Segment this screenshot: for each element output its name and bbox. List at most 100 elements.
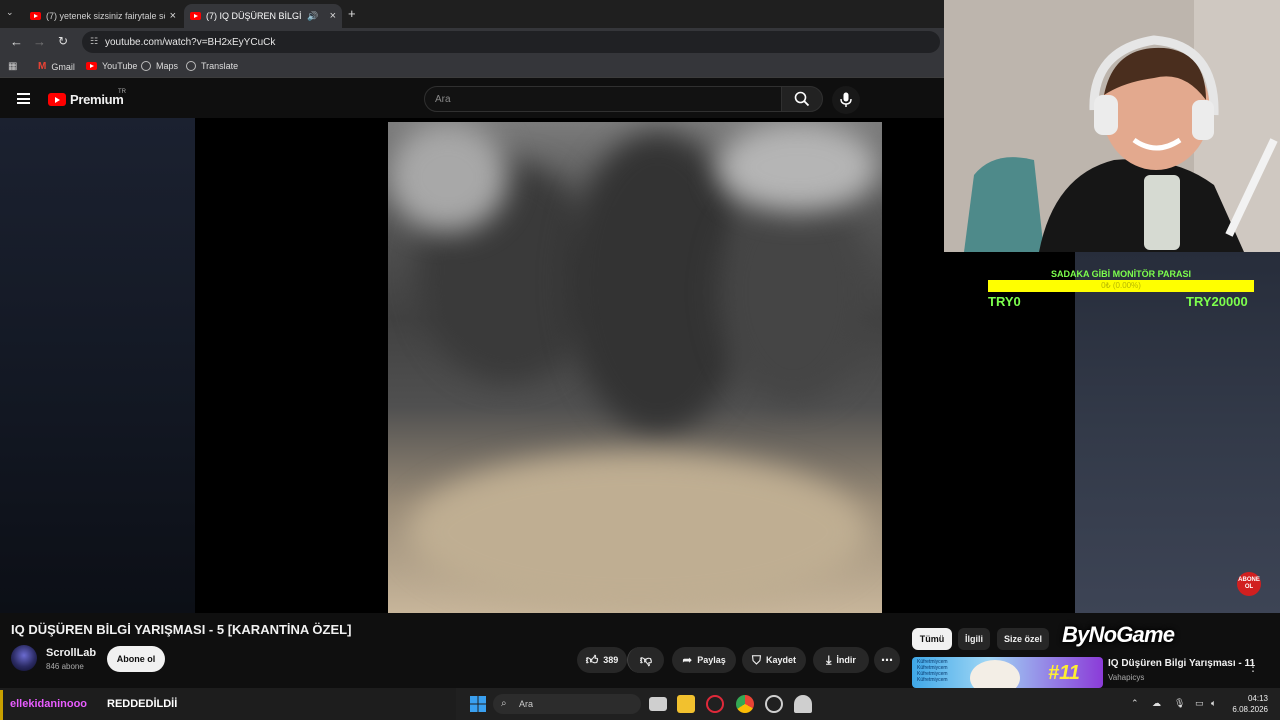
region-code: TR [118,89,126,95]
cloud-icon[interactable]: ☁ [1152,698,1161,709]
clock-date[interactable]: 6.08.2026 [1222,705,1268,714]
dust-ground [408,452,868,612]
bookmark-gmail[interactable]: M Gmail [38,61,75,72]
donation-goal-max: TRY20000 [1186,294,1248,309]
bookmark-label: Maps [156,61,179,71]
tab-search-icon[interactable]: ⌄ [6,7,14,18]
address-bar[interactable]: ☷ youtube.com/watch?v=BH2xEyYCuCk [82,31,940,53]
volume-icon[interactable]: 🔈︎ [1211,698,1216,709]
donation-goal-percent: 0₺ (0.00%) [1101,281,1141,290]
like-count: 389 [603,655,619,665]
bynogame-logo: ByNoGame [1062,622,1175,647]
smoke-cloud [388,122,508,232]
tab-current-video[interactable]: (7) IQ DÜŞÜREN BİLGİ YARI 🔊 × [184,4,342,28]
menu-icon[interactable] [17,93,30,104]
save-label: Kaydet [766,655,797,665]
more-horizontal-icon: ⋯ [881,653,893,667]
more-vertical-icon[interactable]: ⋮ [1247,660,1259,674]
microphone-icon [840,92,852,107]
video-frame[interactable] [388,122,882,613]
site-info-icon[interactable]: ☷ [90,36,98,47]
streamer-image [944,0,1280,252]
thumbnail-text: Küfretmiycem Küfretmiycem Küfretmiycem K… [917,659,948,683]
smoke-cloud [718,122,878,212]
channel-avatar[interactable] [11,645,37,671]
like-button[interactable]: 👍︎ 389 [577,647,627,673]
tab-other-video[interactable]: (7) yetenek sizsiniz fairytale söy × [24,4,182,28]
more-actions-button[interactable]: ⋯ [874,647,900,673]
download-icon: ⤓ [826,653,832,667]
search-input[interactable]: Ara [424,86,782,112]
thumbs-down-icon: 👎︎ [639,653,653,667]
speaker-icon[interactable]: 🔊 [307,11,318,22]
browser-tab-strip: ⌄ (7) yetenek sizsiniz fairytale söy × (… [0,0,944,28]
new-tab-button[interactable]: + [348,6,356,21]
share-button[interactable]: ➦ Paylaş [672,647,736,673]
search-button[interactable] [781,86,823,112]
recommendation-thumbnail[interactable]: Küfretmiycem Küfretmiycem Küfretmiycem K… [912,657,1103,688]
gmail-icon: M [38,61,47,72]
bookmark-translate[interactable]: Translate [186,61,238,71]
search-icon [794,91,810,107]
close-tab-icon[interactable]: × [170,10,176,22]
steam-icon[interactable] [765,695,783,713]
microphone-tray-icon[interactable]: 🎙︎ [1174,698,1185,709]
youtube-favicon-icon [190,12,201,20]
share-label: Paylaş [697,655,726,665]
ambient-background-right [1075,252,1280,613]
bookmarks-bar: ▦ M Gmail YouTube Maps Translate [0,56,944,78]
share-arrow-icon: ➦ [682,653,693,667]
monitor-icon[interactable]: ▭ [1195,698,1204,709]
chip-all[interactable]: Tümü [912,628,952,650]
youtube-logo-icon [48,93,66,106]
translate-icon [186,61,196,71]
tab-title: (7) yetenek sizsiniz fairytale söy [46,11,165,21]
video-title: IQ DÜŞÜREN BİLGİ YARIŞMASI - 5 [KARANTİN… [11,622,352,637]
browser-toolbar: ← → ↻ ☷ youtube.com/watch?v=BH2xEyYCuCk [0,28,944,56]
recommendation-title[interactable]: IQ Düşüren Bilgi Yarışması - 11 [1108,658,1255,669]
clock-time[interactable]: 04:13 [1236,694,1268,703]
download-label: İndir [836,655,856,665]
donation-goal-title: SADAKA GİBİ MONİTÖR PARASI [1050,269,1191,279]
forward-arrow-icon[interactable]: → [33,34,46,49]
close-tab-icon[interactable]: × [330,10,336,22]
bookmark-label: Translate [201,61,239,71]
youtube-favicon-icon [30,12,41,20]
reload-icon[interactable]: ↻ [58,34,68,48]
save-button[interactable]: ⛉ Kaydet [742,647,806,673]
file-explorer-icon[interactable] [677,695,695,713]
download-button[interactable]: ⤓ İndir [813,647,869,673]
thumbnail-number: #11 [1048,662,1080,684]
bookmark-maps[interactable]: Maps [141,61,178,71]
thumbs-up-icon: 👍︎ [585,653,599,667]
task-view-icon[interactable] [649,697,667,711]
youtube-icon [86,62,97,70]
tray-chevron-icon[interactable]: ⌃ [1131,698,1139,709]
taskbar-search[interactable]: ⌕ Ara [493,694,641,714]
search-icon: ⌕ [501,698,507,709]
chip-related[interactable]: İlgili [958,628,990,650]
apps-grid-icon[interactable]: ▦ [8,61,17,72]
bookmark-label: YouTube [102,61,138,71]
youtube-header: Premium TR Ara [0,80,944,118]
back-arrow-icon[interactable]: ← [10,34,23,49]
subscribe-button[interactable]: Abone ol [107,646,165,672]
voice-search-button[interactable] [832,86,860,114]
logo-text: Premium [70,92,124,107]
dislike-button[interactable]: 👎︎ [627,647,664,673]
chat-message-text: REDDEDİLDİİ [107,698,178,710]
windows-start-icon[interactable] [470,696,486,712]
url-text: youtube.com/watch?v=BH2xEyYCuCk [105,36,276,48]
chip-for-you[interactable]: Size özel [997,628,1049,650]
smoke-cloud [718,182,868,402]
channel-name[interactable]: ScrollLab [46,647,96,659]
webcam-feed [944,0,1280,252]
bookmark-youtube[interactable]: YouTube [86,61,137,71]
app-icon[interactable] [794,695,812,713]
abone-ol-badge: ABONE OL [1237,572,1261,596]
recommendation-channel[interactable]: Vahapicys [1108,673,1144,682]
opera-icon[interactable] [706,695,724,713]
youtube-premium-logo[interactable]: Premium [48,92,124,107]
taskbar-search-label: Ara [519,699,534,709]
chrome-icon[interactable] [736,695,754,713]
